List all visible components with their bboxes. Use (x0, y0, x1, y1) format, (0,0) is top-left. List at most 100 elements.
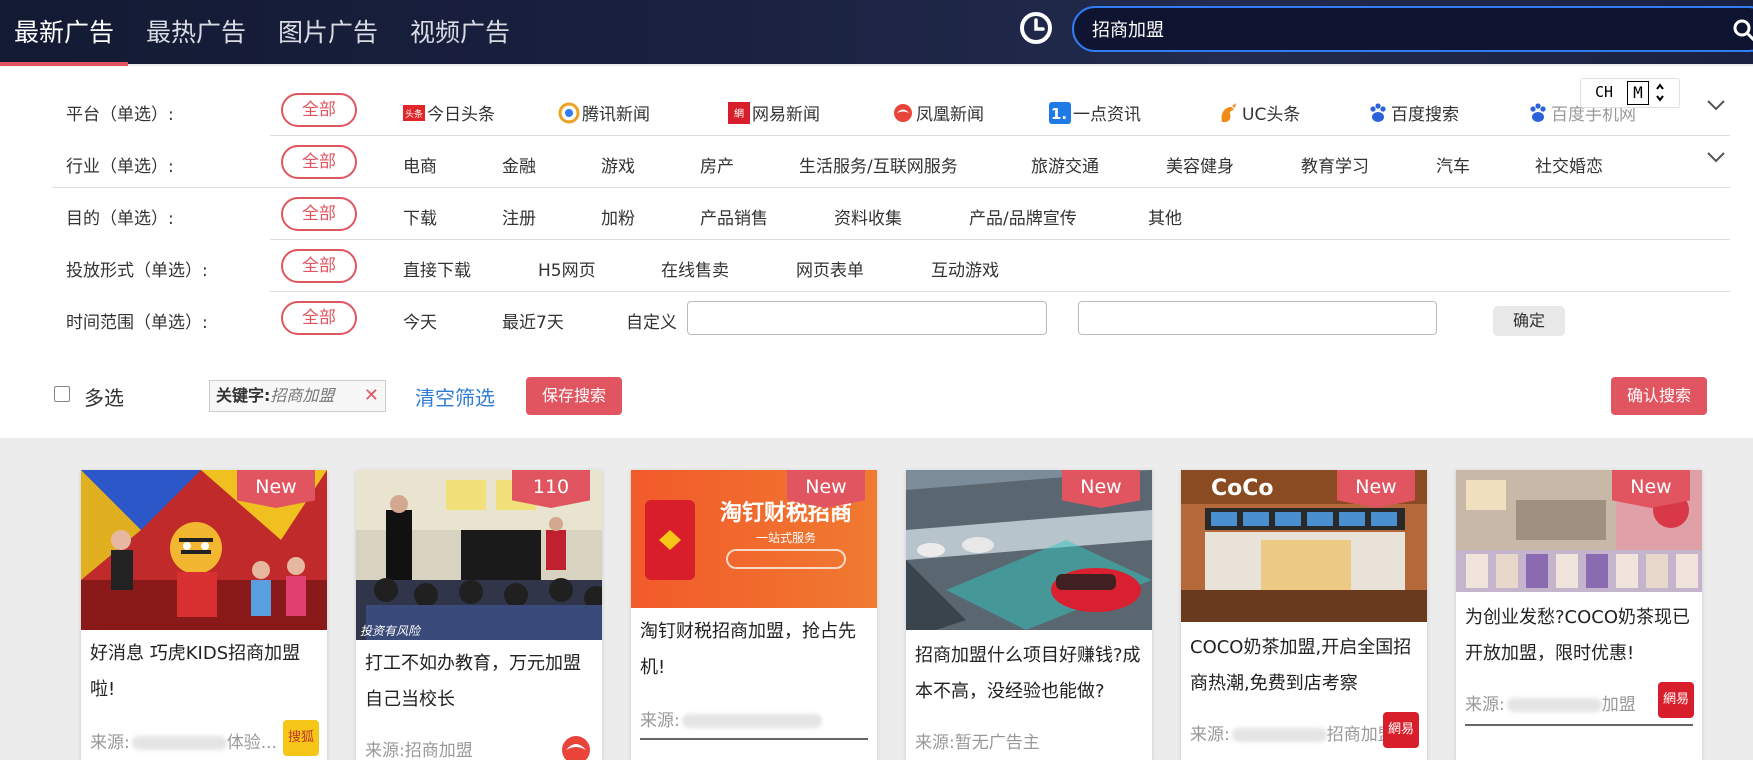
platform-option-toutiao[interactable]: 头条 今日头条 (403, 100, 495, 125)
format-all-pill[interactable]: 全部 (281, 249, 357, 283)
industry-option[interactable]: 教育学习 (1301, 152, 1369, 177)
baidu-paw-icon (1370, 103, 1386, 122)
ad-card-title[interactable]: 打工不如办教育，万元加盟自己当校长 (365, 646, 593, 718)
filter-row-format: 投放形式（单选）: 全部 直接下载 H5网页 在线售卖 网页表单 互动游戏 (52, 240, 1730, 292)
time-option-custom[interactable]: 自定义 (626, 308, 677, 333)
industry-option[interactable]: 生活服务/互联网服务 (799, 152, 958, 177)
save-search-button[interactable]: 保存搜索 (526, 377, 622, 415)
ime-menu-icon[interactable] (1655, 83, 1665, 103)
platform-option-netease-news[interactable]: 網网易新闻 (728, 100, 820, 125)
svg-text:1.: 1. (1051, 105, 1067, 123)
thumbnail-watermark: 投资有风险 (360, 624, 422, 638)
industry-option[interactable]: 汽车 (1436, 152, 1470, 177)
time-option-7days[interactable]: 最近7天 (502, 308, 564, 333)
purpose-option[interactable]: 加粉 (601, 204, 635, 229)
keyword-remove-icon[interactable]: ✕ (364, 381, 379, 411)
new-badge: New (1062, 470, 1140, 508)
clear-filters-link[interactable]: 清空筛选 (415, 382, 495, 411)
platform-option-tencent-news[interactable]: 腾讯新闻 (558, 100, 650, 125)
chevron-down-icon[interactable] (1706, 150, 1726, 164)
ime-toolbar[interactable]: CH M (1580, 78, 1680, 108)
end-date-input[interactable] (1078, 301, 1437, 335)
industry-option[interactable]: 电商 (403, 152, 437, 177)
search-input[interactable] (1092, 8, 1692, 50)
purpose-option[interactable]: 资料收集 (834, 204, 902, 229)
format-option[interactable]: 直接下载 (403, 256, 471, 281)
filter-label-industry: 行业（单选）: (66, 157, 174, 177)
start-date-input[interactable] (687, 301, 1047, 335)
search-box (1072, 6, 1753, 52)
industry-option[interactable]: 金融 (502, 152, 536, 177)
industry-option[interactable]: 游戏 (601, 152, 635, 177)
ad-card-title[interactable]: COCO奶茶加盟,开启全国招商热潮,免费到店考察 (1190, 630, 1418, 702)
ime-m-button[interactable]: M (1627, 81, 1649, 105)
ad-card[interactable]: 淘钉财税招商 一站式服务 New 淘钉财税招商加盟，抢占先机! 来源: 腾讯 (631, 470, 877, 760)
ad-card-source: 来源: (640, 706, 822, 731)
date-confirm-button[interactable]: 确定 (1493, 306, 1565, 336)
time-all-pill[interactable]: 全部 (281, 301, 357, 335)
ad-card[interactable]: New 好消息 巧虎KIDS招商加盟啦! 来源: 体验... 搜狐 (81, 470, 327, 760)
platform-option-yidian-zixun[interactable]: 1. 一点资讯 (1049, 100, 1141, 125)
svg-text:头条: 头条 (405, 108, 423, 120)
ad-card-title[interactable]: 好消息 巧虎KIDS招商加盟啦! (90, 636, 318, 708)
ad-card[interactable]: New 为创业发愁?COCO奶茶现已开放加盟，限时优惠! 来源: 加盟 網易 (1456, 470, 1702, 760)
format-option[interactable]: 互动游戏 (931, 256, 999, 281)
toutiao-logo-icon: 头条 (403, 105, 425, 121)
filter-row-industry: 行业（单选）: 全部 电商 金融 游戏 房产 生活服务/互联网服务 旅游交通 美… (52, 136, 1730, 188)
ad-card-title[interactable]: 招商加盟什么项目好赚钱?成本不高，没经验也能做? (915, 638, 1143, 710)
industry-option[interactable]: 旅游交通 (1031, 152, 1099, 177)
filter-row-purpose: 目的（单选）: 全部 下载 注册 加粉 产品销售 资料收集 产品/品牌宣传 其他 (52, 188, 1730, 240)
tab-image-ads[interactable]: 图片广告 (278, 16, 378, 50)
industry-all-pill[interactable]: 全部 (281, 145, 357, 179)
chevron-down-icon[interactable] (1706, 98, 1726, 112)
ad-card-source: 来源:暂无广告主 (915, 733, 1040, 753)
industry-option[interactable]: 美容健身 (1166, 152, 1234, 177)
keyword-tag: 关键字:招商加盟 ✕ (209, 380, 386, 412)
format-option[interactable]: H5网页 (538, 256, 596, 281)
filter-label-time: 时间范围（单选）: (66, 313, 208, 333)
tab-hottest-ads[interactable]: 最热广告 (146, 16, 246, 50)
confirm-search-button[interactable]: 确认搜索 (1611, 377, 1707, 415)
purpose-option[interactable]: 产品销售 (700, 204, 768, 229)
search-icon[interactable] (1733, 19, 1753, 41)
purpose-option[interactable]: 下载 (403, 204, 437, 229)
platform-all-pill[interactable]: 全部 (281, 93, 357, 127)
format-option[interactable]: 网页表单 (796, 256, 864, 281)
sohu-logo-icon: 搜狐 (283, 720, 319, 756)
filter-label-format: 投放形式（单选）: (66, 261, 208, 281)
thumbnail-brand: CoCo (1211, 476, 1274, 501)
filter-row-platform: 平台（单选）: 全部 头条 今日头条 腾讯新闻 網网易新闻 凤凰新闻 1. 一点资讯… (52, 84, 1730, 136)
yidian-logo-icon: 1. (1049, 102, 1071, 124)
industry-option[interactable]: 社交婚恋 (1535, 152, 1603, 177)
ad-card[interactable]: 投资有风险 110 打工不如办教育，万元加盟自己当校长 来源:招商加盟 (356, 470, 602, 760)
filter-label-platform: 平台（单选）: (66, 105, 174, 125)
clock-icon[interactable] (1019, 11, 1053, 45)
format-option[interactable]: 在线售卖 (661, 256, 729, 281)
ime-mode-label[interactable]: CH (1595, 83, 1613, 101)
filter-label-purpose: 目的（单选）: (66, 209, 174, 229)
platform-option-ifeng-news[interactable]: 凤凰新闻 (892, 100, 984, 125)
purpose-option[interactable]: 其他 (1148, 204, 1182, 229)
multi-select-checkbox[interactable] (54, 386, 70, 402)
ad-card[interactable]: New 招商加盟什么项目好赚钱?成本不高，没经验也能做? 来源:暂无广告主 36… (906, 470, 1152, 760)
new-badge: New (1337, 470, 1415, 508)
purpose-all-pill[interactable]: 全部 (281, 197, 357, 231)
platform-option-baidu-search[interactable]: 百度搜索 (1367, 100, 1459, 125)
purpose-option[interactable]: 产品/品牌宣传 (969, 204, 1077, 229)
industry-option[interactable]: 房产 (700, 152, 734, 177)
new-badge: New (787, 470, 865, 508)
ad-card-title[interactable]: 为创业发愁?COCO奶茶现已开放加盟，限时优惠! (1465, 600, 1693, 672)
purpose-option[interactable]: 注册 (502, 204, 536, 229)
ad-card-source: 来源: 加盟 (1465, 695, 1636, 715)
netease-logo-icon: 網 (728, 102, 750, 124)
tab-latest-ads[interactable]: 最新广告 (14, 16, 114, 50)
filter-row-time: 时间范围（单选）: 全部 今天 最近7天 自定义 — 确定 (52, 292, 1730, 344)
ad-card[interactable]: CoCo New COCO奶茶加盟,开启全国招商热潮,免费到店考察 来源: 招商加… (1181, 470, 1427, 760)
platform-option-uc-toutiao[interactable]: UC头条 (1218, 100, 1300, 125)
ifeng-logo-icon (894, 104, 912, 122)
keyword-value: 招商加盟 (270, 386, 335, 405)
time-option-today[interactable]: 今天 (403, 308, 437, 333)
ad-card-title[interactable]: 淘钉财税招商加盟，抢占先机! (640, 614, 868, 686)
tencent-news-logo-icon (558, 102, 580, 124)
tab-video-ads[interactable]: 视频广告 (410, 16, 510, 50)
